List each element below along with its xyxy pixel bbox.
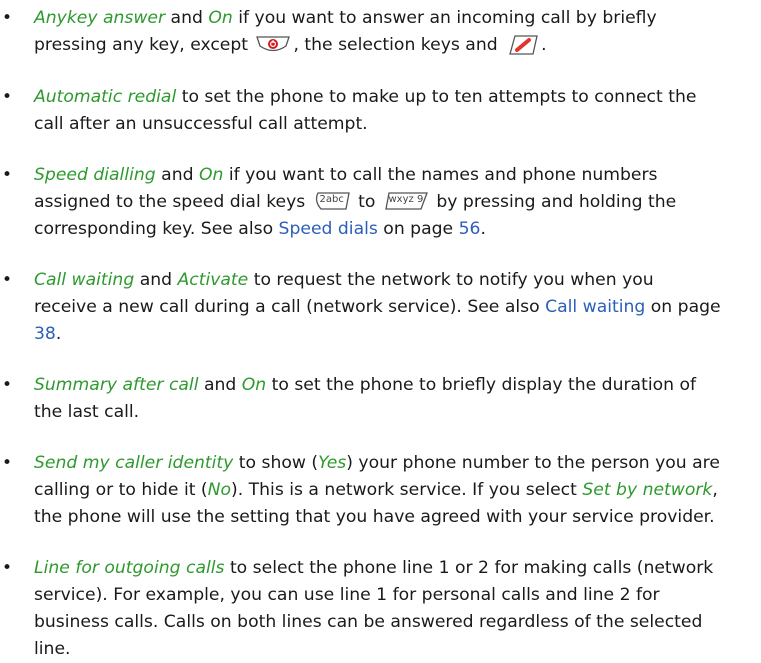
link-page-56[interactable]: 56 xyxy=(459,219,481,239)
item-text: Speed dialling and On if you want to cal… xyxy=(34,165,677,239)
bullet: • xyxy=(2,87,13,107)
option-on: On xyxy=(198,165,224,185)
term-speed-dialling: Speed dialling xyxy=(34,165,156,185)
manual-page: • Anykey answer and On if you want to an… xyxy=(0,0,761,659)
item-text: Send my caller identity to show (Yes) yo… xyxy=(34,453,720,527)
bullet: • xyxy=(2,270,13,290)
option-yes: Yes xyxy=(318,453,347,473)
bullet: • xyxy=(2,8,13,28)
option-activate: Activate xyxy=(177,270,249,290)
item-text: Line for outgoing calls to select the ph… xyxy=(34,558,714,659)
item-text: Call waiting and Activate to request the… xyxy=(34,270,721,344)
bullet: • xyxy=(2,375,13,395)
item-text: Summary after call and On to set the pho… xyxy=(34,375,697,422)
term-summary-after-call: Summary after call xyxy=(34,375,199,395)
link-call-waiting[interactable]: Call waiting xyxy=(545,297,645,317)
bullet: • xyxy=(2,558,13,578)
item-text: Automatic redial to set the phone to mak… xyxy=(34,87,697,134)
key-9-icon: wxyz 9 xyxy=(383,191,429,211)
term-anykey-answer: Anykey answer xyxy=(34,8,166,28)
bullet: • xyxy=(2,453,13,473)
call-key-icon xyxy=(505,34,539,55)
term-automatic-redial: Automatic redial xyxy=(34,87,177,107)
option-on: On xyxy=(208,8,233,28)
link-page-38[interactable]: 38 xyxy=(34,324,56,344)
term-call-waiting: Call waiting xyxy=(34,270,135,290)
key-2-icon: 2abc xyxy=(313,191,351,211)
term-line-for-outgoing-calls: Line for outgoing calls xyxy=(34,558,225,578)
option-set-by-network: Set by network xyxy=(582,480,713,500)
option-no: No xyxy=(207,480,232,500)
end-call-key-icon xyxy=(255,34,291,54)
bullet: • xyxy=(2,165,13,185)
link-speed-dials[interactable]: Speed dials xyxy=(279,219,378,239)
option-on: On xyxy=(241,375,267,395)
item-text: Anykey answer and On if you want to answ… xyxy=(34,8,657,55)
term-send-my-caller-identity: Send my caller identity xyxy=(34,453,234,473)
